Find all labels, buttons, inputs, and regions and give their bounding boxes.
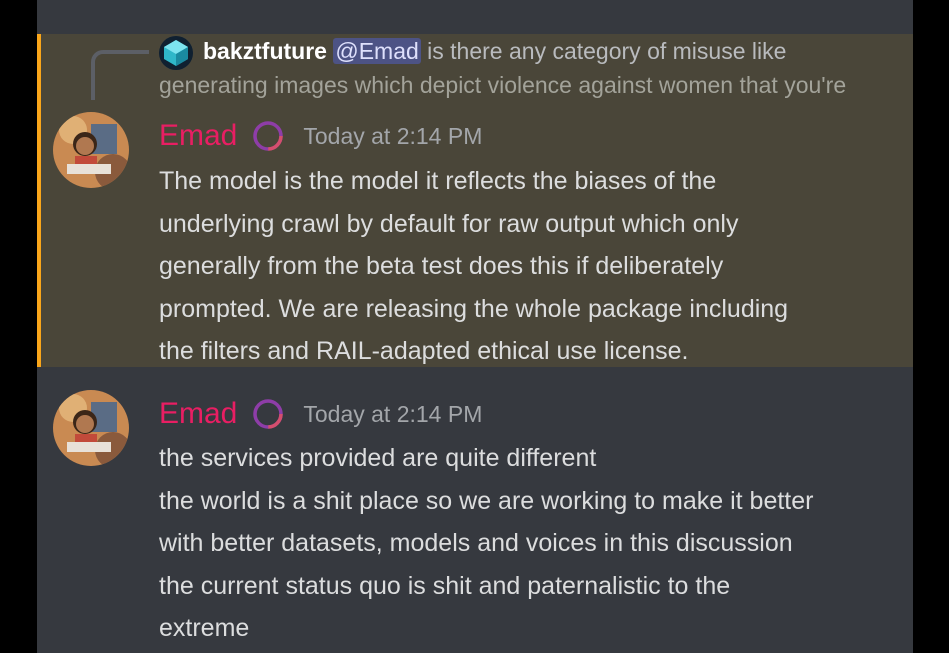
- role-badge-icon[interactable]: [251, 397, 285, 431]
- chat-area: bakztfuture @Emad is there any category …: [37, 0, 913, 653]
- user-avatar-icon: [53, 390, 129, 466]
- message-timestamp[interactable]: Today at 2:14 PM: [303, 123, 482, 150]
- avatar[interactable]: [53, 390, 129, 466]
- reply-preview[interactable]: bakztfuture @Emad is there any category …: [159, 34, 909, 102]
- message-line: underlying crawl by default for raw outp…: [159, 209, 739, 238]
- message-line: The model is the model it reflects the b…: [159, 167, 717, 195]
- message-line: the filters and RAIL-adapted ethical use…: [159, 337, 689, 365]
- reply-connector: [91, 50, 149, 100]
- message-line: with better datasets, models and voices …: [159, 529, 793, 557]
- author-name[interactable]: Emad: [159, 397, 237, 431]
- avatar[interactable]: [53, 112, 129, 188]
- message-line: extreme: [159, 614, 250, 642]
- reply-mention[interactable]: @Emad: [333, 38, 421, 64]
- top-bar: [37, 0, 913, 34]
- author-name[interactable]: Emad: [159, 119, 237, 153]
- message-body: the services provided are quite differen…: [159, 437, 899, 650]
- mention-indicator-bar: [37, 34, 41, 367]
- message-line: the world is a shit place so we are work…: [159, 486, 814, 515]
- user-avatar-icon: [53, 112, 129, 188]
- reply-text-line1: is there any category of misuse like: [420, 38, 787, 64]
- message-line: the current status quo is shit and pater…: [159, 571, 731, 600]
- message-timestamp[interactable]: Today at 2:14 PM: [303, 401, 482, 428]
- message-line: prompted. We are releasing the whole pac…: [159, 294, 789, 323]
- message-line: the services provided are quite differen…: [159, 444, 597, 472]
- message-header: Emad Today at 2:14 PM: [159, 116, 482, 156]
- message-body: The model is the model it reflects the b…: [159, 160, 899, 373]
- reply-username[interactable]: bakztfuture: [203, 38, 327, 64]
- role-badge-icon[interactable]: [251, 119, 285, 153]
- reply-text-line2: generating images which depict violence …: [159, 72, 847, 98]
- message-line: generally from the beta test does this i…: [159, 252, 724, 280]
- message-header: Emad Today at 2:14 PM: [159, 394, 482, 434]
